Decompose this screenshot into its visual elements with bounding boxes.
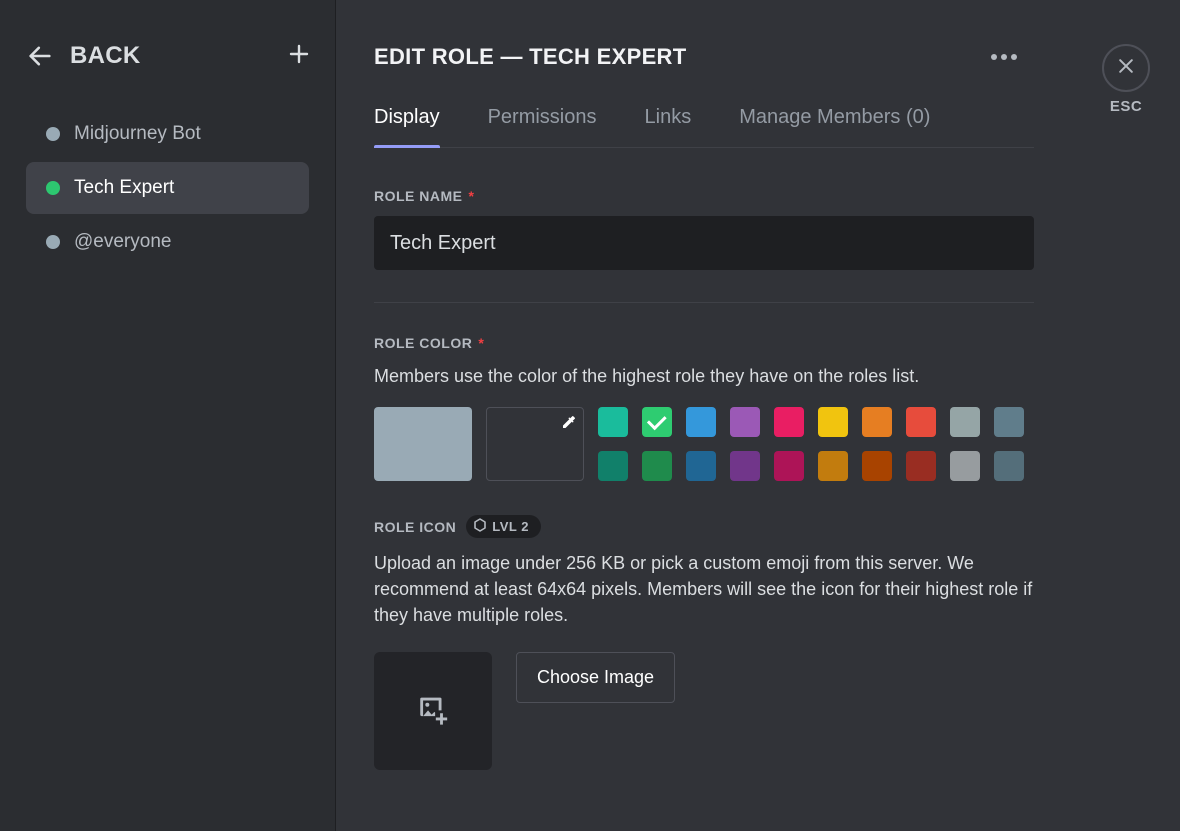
ellipsis-icon	[990, 53, 1018, 61]
upload-image-tile[interactable]	[374, 652, 492, 770]
color-default-swatch[interactable]	[374, 407, 472, 481]
role-item-midjourney-bot[interactable]: Midjourney Bot	[26, 108, 309, 160]
role-color-dot	[46, 181, 60, 195]
role-item-tech-expert[interactable]: Tech Expert	[26, 162, 309, 214]
color-swatch[interactable]	[730, 407, 760, 437]
divider	[374, 302, 1034, 303]
roles-sidebar: BACK Midjourney Bot Tech Expert @everyon…	[0, 0, 336, 831]
tabs: Display Permissions Links Manage Members…	[374, 96, 1034, 148]
color-swatch[interactable]	[774, 407, 804, 437]
boost-level-badge: LVL 2	[466, 515, 541, 538]
color-swatch[interactable]	[906, 451, 936, 481]
back-button[interactable]: BACK	[26, 42, 141, 70]
back-label: BACK	[70, 42, 141, 70]
color-picker	[374, 407, 1034, 481]
role-label: @everyone	[74, 231, 171, 253]
page-title: EDIT ROLE — TECH EXPERT	[374, 44, 686, 70]
main-content: ESC EDIT ROLE — TECH EXPERT Display Perm…	[336, 0, 1180, 831]
roles-list: Midjourney Bot Tech Expert @everyone	[12, 108, 323, 268]
color-swatch[interactable]	[950, 407, 980, 437]
color-swatch[interactable]	[642, 451, 672, 481]
role-color-dot	[46, 127, 60, 141]
tab-manage-members[interactable]: Manage Members (0)	[739, 96, 930, 147]
color-swatch[interactable]	[818, 407, 848, 437]
color-swatch[interactable]	[994, 407, 1024, 437]
arrow-left-icon	[26, 42, 54, 70]
image-upload-icon	[416, 692, 450, 731]
role-label: Midjourney Bot	[74, 123, 201, 145]
color-swatch[interactable]	[818, 451, 848, 481]
color-custom-swatch[interactable]	[486, 407, 584, 481]
close-button[interactable]	[1102, 44, 1150, 92]
add-role-button[interactable]	[283, 40, 315, 72]
overflow-menu-button[interactable]	[986, 49, 1022, 65]
role-name-label: ROLE NAME *	[374, 188, 1034, 204]
color-swatch[interactable]	[862, 451, 892, 481]
role-icon-desc: Upload an image under 256 KB or pick a c…	[374, 550, 1034, 628]
color-swatch[interactable]	[686, 451, 716, 481]
color-swatch[interactable]	[950, 451, 980, 481]
choose-image-button[interactable]: Choose Image	[516, 652, 675, 703]
color-swatch[interactable]	[686, 407, 716, 437]
color-swatch[interactable]	[994, 451, 1024, 481]
role-label: Tech Expert	[74, 177, 174, 199]
color-swatch[interactable]	[598, 407, 628, 437]
color-swatch-grid	[598, 407, 1024, 481]
color-swatch[interactable]	[642, 407, 672, 437]
role-name-input[interactable]	[374, 216, 1034, 270]
close-settings: ESC	[1102, 44, 1150, 115]
role-icon-label: ROLE ICON	[374, 519, 456, 535]
required-star: *	[478, 335, 484, 351]
esc-label: ESC	[1110, 98, 1142, 115]
color-swatch[interactable]	[906, 407, 936, 437]
color-swatch[interactable]	[598, 451, 628, 481]
plus-icon	[287, 42, 311, 71]
color-swatch[interactable]	[730, 451, 760, 481]
tab-links[interactable]: Links	[645, 96, 692, 147]
role-color-desc: Members use the color of the highest rol…	[374, 363, 1034, 389]
tab-display[interactable]: Display	[374, 96, 440, 147]
required-star: *	[469, 188, 475, 204]
boost-icon	[474, 518, 486, 535]
color-swatch[interactable]	[774, 451, 804, 481]
close-icon	[1116, 56, 1136, 81]
tab-permissions[interactable]: Permissions	[488, 96, 597, 147]
role-item-everyone[interactable]: @everyone	[26, 216, 309, 268]
role-color-label: ROLE COLOR *	[374, 335, 1034, 351]
role-color-dot	[46, 235, 60, 249]
color-swatch[interactable]	[862, 407, 892, 437]
